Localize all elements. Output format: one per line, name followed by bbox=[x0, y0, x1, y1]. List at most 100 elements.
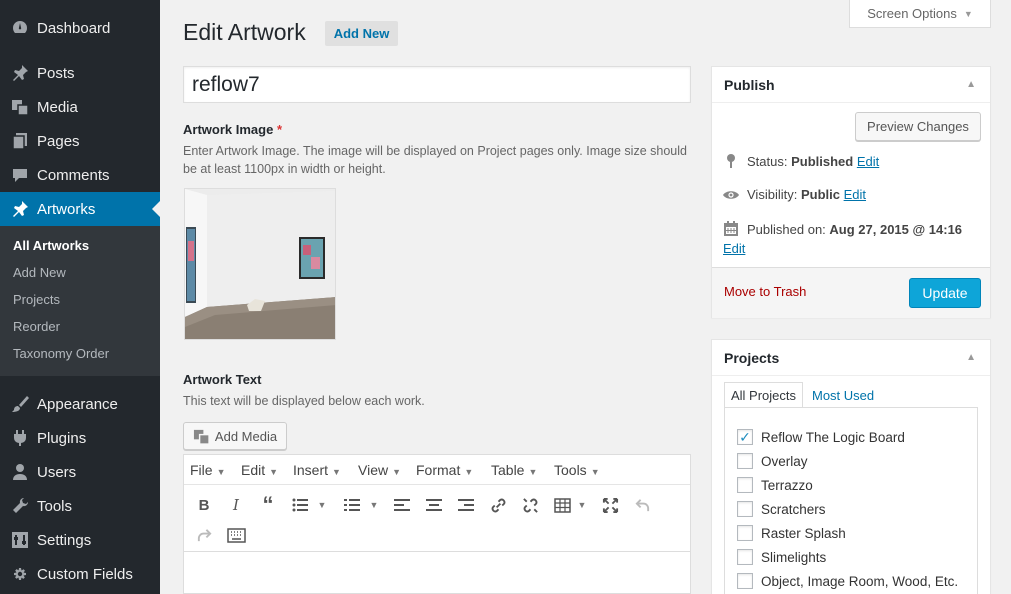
status-value: Published bbox=[791, 153, 854, 169]
fullscreen-icon[interactable] bbox=[598, 493, 622, 517]
project-item[interactable]: Slimelights bbox=[737, 549, 826, 565]
move-to-trash-link[interactable]: Move to Trash bbox=[724, 284, 806, 299]
checkbox[interactable]: ✓ bbox=[737, 429, 753, 445]
project-item[interactable]: Raster Splash bbox=[737, 525, 846, 541]
menu-appearance[interactable]: Appearance bbox=[0, 387, 160, 421]
media-icon bbox=[10, 97, 30, 117]
submenu-projects[interactable]: Projects bbox=[13, 292, 60, 307]
project-label: Raster Splash bbox=[761, 525, 846, 541]
post-title-input[interactable]: reflow7 bbox=[183, 66, 691, 103]
editor-content-area[interactable] bbox=[184, 551, 690, 594]
publish-box-header[interactable]: Publish ▲ bbox=[712, 67, 990, 103]
submenu-taxonomy-order[interactable]: Taxonomy Order bbox=[13, 346, 109, 361]
collapse-arrow-icon[interactable]: ▲ bbox=[966, 352, 976, 363]
checkbox[interactable] bbox=[737, 525, 753, 541]
update-button[interactable]: Update bbox=[909, 278, 981, 308]
link-icon[interactable] bbox=[486, 493, 510, 517]
caret-down-icon[interactable]: ▼ bbox=[362, 493, 386, 517]
collapse-arrow-icon[interactable]: ▲ bbox=[966, 79, 976, 90]
caret-down-icon: ▼ bbox=[590, 467, 600, 477]
project-item[interactable]: ✓ Reflow The Logic Board bbox=[737, 429, 905, 445]
artwork-image-label: Artwork Image * bbox=[183, 122, 282, 137]
submenu-all-artworks[interactable]: All Artworks bbox=[13, 238, 89, 253]
artwork-image-thumbnail[interactable] bbox=[184, 188, 336, 340]
unlink-icon[interactable] bbox=[518, 493, 542, 517]
menu-label: Posts bbox=[37, 64, 75, 82]
checkbox[interactable] bbox=[737, 501, 753, 517]
menu-tools[interactable]: Tools ▼ bbox=[554, 462, 600, 478]
italic-icon[interactable]: I bbox=[224, 493, 248, 517]
align-center-icon[interactable] bbox=[422, 493, 446, 517]
menu-label: Comments bbox=[37, 166, 110, 184]
blockquote-icon[interactable]: “ bbox=[256, 492, 280, 517]
menu-comments[interactable]: Comments bbox=[0, 158, 160, 192]
menu-dashboard[interactable]: Dashboard bbox=[0, 11, 160, 45]
menu-edit[interactable]: Edit ▼ bbox=[241, 462, 278, 478]
caret-down-icon[interactable]: ▼ bbox=[310, 493, 334, 517]
caret-down-icon[interactable]: ▼ bbox=[570, 493, 594, 517]
submenu-reorder[interactable]: Reorder bbox=[13, 319, 60, 334]
undo-icon[interactable] bbox=[630, 493, 654, 517]
project-item[interactable]: Scratchers bbox=[737, 501, 826, 517]
menu-table[interactable]: Table ▼ bbox=[491, 462, 537, 478]
bold-icon[interactable]: B bbox=[192, 493, 216, 517]
menu-label: Tools bbox=[37, 497, 73, 515]
tab-most-used[interactable]: Most Used bbox=[806, 382, 880, 408]
menu-plugins[interactable]: Plugins bbox=[0, 421, 160, 455]
numbered-list-icon[interactable] bbox=[340, 493, 364, 517]
caret-down-icon: ▼ bbox=[963, 8, 973, 19]
eye-icon bbox=[722, 189, 740, 201]
gear-icon bbox=[10, 564, 30, 584]
menu-settings[interactable]: Settings bbox=[0, 523, 160, 557]
pages-icon bbox=[10, 131, 30, 151]
artwork-image-label-text: Artwork Image bbox=[183, 122, 274, 137]
add-media-button[interactable]: Add Media bbox=[183, 422, 287, 450]
align-right-icon[interactable] bbox=[454, 493, 478, 517]
publish-title: Publish bbox=[724, 77, 775, 93]
menu-media[interactable]: Media bbox=[0, 90, 160, 124]
preview-changes-button[interactable]: Preview Changes bbox=[855, 112, 981, 141]
menu-format[interactable]: Format ▼ bbox=[416, 462, 473, 478]
add-new-button[interactable]: Add New bbox=[325, 21, 398, 46]
menu-tools[interactable]: Tools bbox=[0, 489, 160, 523]
menu-pages[interactable]: Pages bbox=[0, 124, 160, 158]
menu-view[interactable]: View ▼ bbox=[358, 462, 401, 478]
menu-artworks[interactable]: Artworks bbox=[0, 192, 160, 226]
comment-icon bbox=[10, 165, 30, 185]
visibility-row: Visibility: Public Edit bbox=[722, 187, 866, 202]
checkbox[interactable] bbox=[737, 477, 753, 493]
menu-label: Settings bbox=[37, 531, 92, 549]
menu-insert[interactable]: Insert ▼ bbox=[293, 462, 341, 478]
tab-all-projects[interactable]: All Projects bbox=[724, 382, 804, 408]
checkbox[interactable] bbox=[737, 573, 753, 589]
edit-date-link[interactable]: Edit bbox=[723, 241, 745, 256]
project-item[interactable]: Overlay bbox=[737, 453, 808, 469]
checkbox[interactable] bbox=[737, 549, 753, 565]
menu-custom-fields[interactable]: Custom Fields bbox=[0, 557, 160, 591]
artworks-submenu: All Artworks Add New Projects Reorder Ta… bbox=[0, 226, 160, 376]
redo-icon[interactable] bbox=[192, 523, 216, 547]
edit-status-link[interactable]: Edit bbox=[857, 154, 879, 169]
projects-box-header[interactable]: Projects ▲ bbox=[712, 340, 990, 376]
menu-users[interactable]: Users bbox=[0, 455, 160, 489]
menu-posts[interactable]: Posts bbox=[0, 56, 160, 90]
add-media-label: Add Media bbox=[214, 428, 278, 444]
submenu-add-new[interactable]: Add New bbox=[13, 265, 66, 280]
checkbox[interactable] bbox=[737, 453, 753, 469]
project-item[interactable]: Object, Image Room, Wood, Etc. bbox=[737, 573, 958, 589]
required-mark: * bbox=[276, 122, 282, 137]
menu-table-label: Table bbox=[491, 462, 525, 478]
screen-options-button[interactable]: Screen Options ▼ bbox=[849, 0, 991, 28]
keyboard-icon[interactable] bbox=[224, 523, 248, 547]
menu-file[interactable]: File ▼ bbox=[190, 462, 225, 478]
caret-down-icon: ▼ bbox=[528, 467, 538, 477]
align-left-icon[interactable] bbox=[390, 493, 414, 517]
projects-title: Projects bbox=[724, 350, 780, 366]
menu-view-label: View bbox=[358, 462, 389, 478]
edit-visibility-link[interactable]: Edit bbox=[844, 187, 866, 202]
menu-label: Plugins bbox=[37, 429, 87, 447]
status-label: Status: bbox=[747, 153, 788, 169]
published-on-value: Aug 27, 2015 @ 14:16 bbox=[829, 221, 963, 237]
bullet-list-icon[interactable] bbox=[288, 493, 312, 517]
project-item[interactable]: Terrazzo bbox=[737, 477, 813, 493]
